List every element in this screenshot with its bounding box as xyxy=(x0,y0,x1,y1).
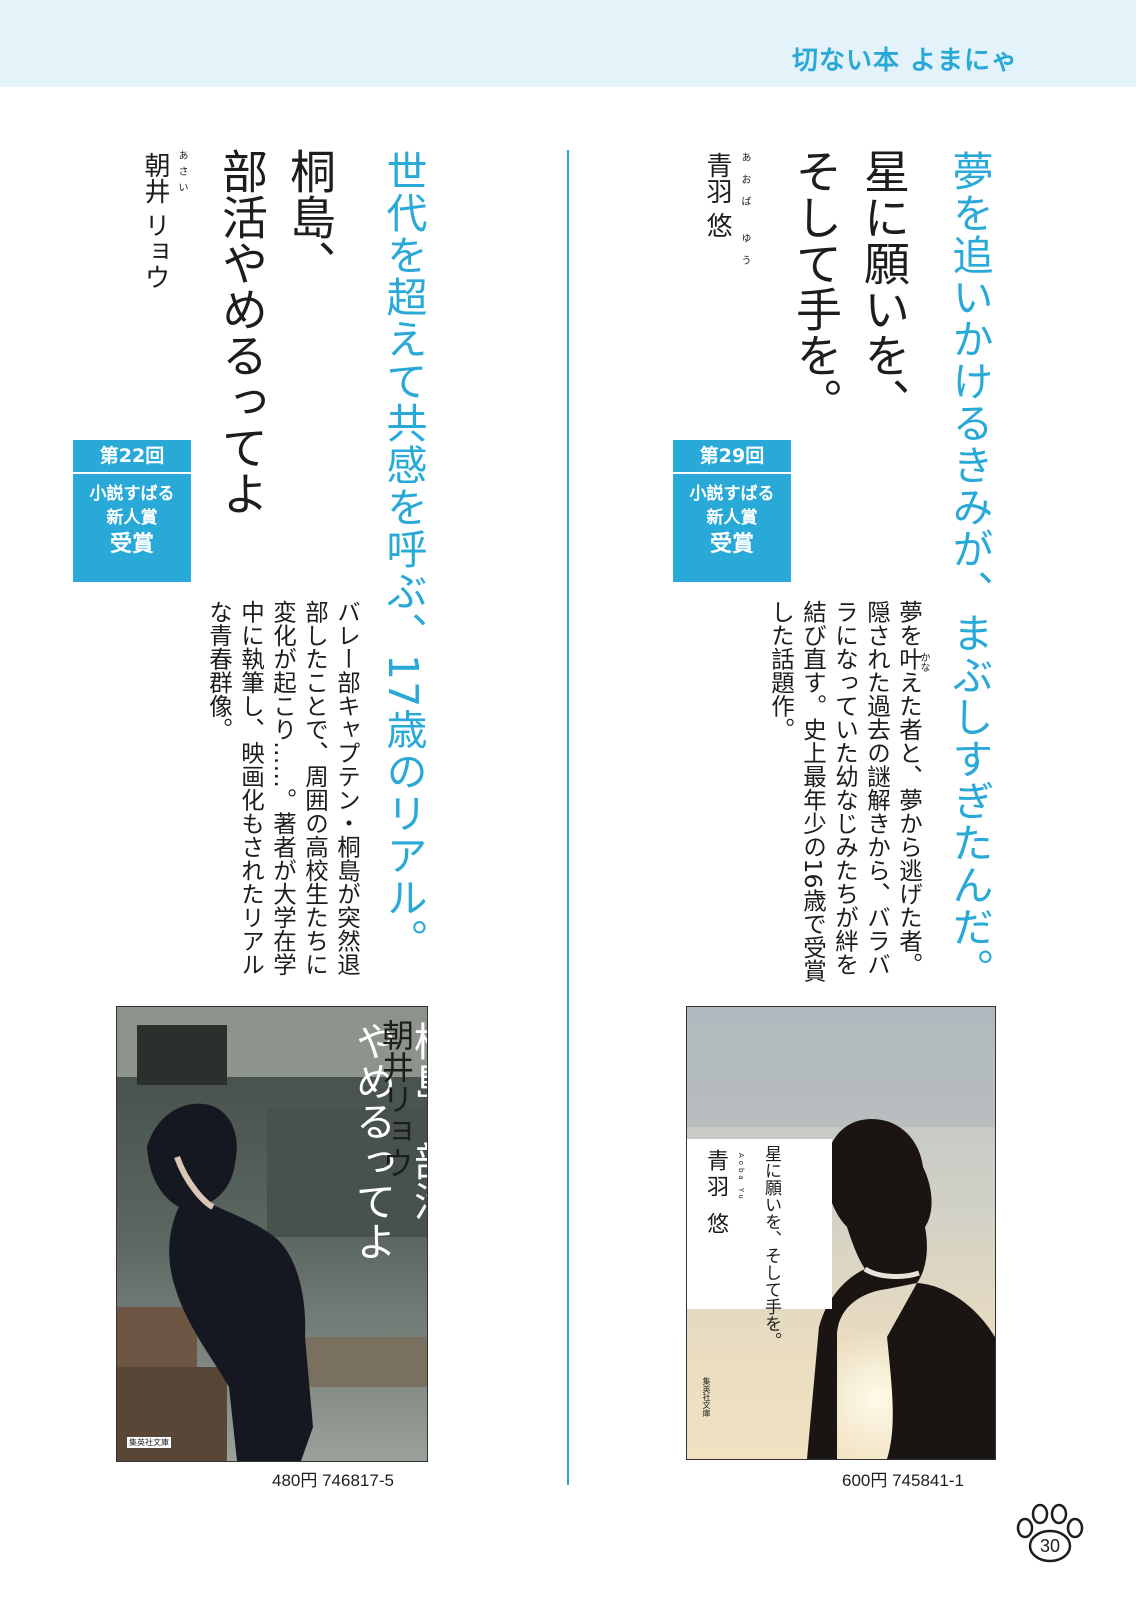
right-cover-romaji: Aoba Yu xyxy=(737,1153,745,1202)
right-author-ruby: あおば ゆう xyxy=(739,152,750,278)
right-title-line1: 星に願いを、 xyxy=(857,148,911,424)
right-catchphrase: 夢を追いかけるきみが、まぶしすぎたんだ。 xyxy=(945,150,993,990)
left-award-round: 第22回 xyxy=(73,440,191,474)
left-title-line2: 部活やめるってよ xyxy=(215,148,269,516)
left-author: 朝井 リョウ xyxy=(140,152,170,291)
right-price: 600円 745841-1 xyxy=(842,1471,964,1490)
left-cover-author: 朝井リョウ xyxy=(377,1019,415,1179)
left-author-ruby: あさい xyxy=(176,150,187,198)
page-number: 30 xyxy=(1039,1536,1061,1556)
right-award-name2: 新人賞 xyxy=(706,508,758,528)
left-book-title: 桐島、 部活やめるってよ xyxy=(208,148,344,516)
left-cover-publisher: 集英社文庫 xyxy=(127,1437,171,1448)
right-award-badge: 第29回 小説すばる 新人賞 受賞 xyxy=(673,440,791,582)
right-blurb-ruby: かな xyxy=(918,652,929,672)
left-title-line1: 桐島、 xyxy=(283,148,337,286)
left-award-name1: 小説すばる xyxy=(89,484,175,504)
left-blurb: バレー部キャプテン・桐島が突然退部したことで、周囲の高校生たちに変化が起こり……… xyxy=(205,600,361,976)
right-author: 青羽 悠 xyxy=(702,152,732,239)
left-award-name2: 新人賞 xyxy=(106,508,158,528)
right-cover-title: 星に願いを、そして手を。 xyxy=(761,1145,781,1349)
left-award-badge: 第22回 小説すばる 新人賞 受賞 xyxy=(73,440,191,582)
page-series-title: 切ない本 よまにゃ xyxy=(791,46,1018,76)
left-book-cover: 桐島、部活 やめるってよ 朝井リョウ 集英社文庫 xyxy=(116,1006,428,1462)
right-award-received: 受賞 xyxy=(709,532,754,557)
right-book-cover: 星に願いを、そして手を。 Aoba Yu 青羽 悠 集英社文庫 xyxy=(686,1006,996,1460)
right-cover-author: 青羽 悠 xyxy=(703,1149,728,1238)
right-award-name1: 小説すばる xyxy=(689,484,775,504)
right-title-line2: そして手を。 xyxy=(789,148,843,424)
left-catchphrase: 世代を超えて共感を呼ぶ、17歳のリアル。 xyxy=(379,150,427,961)
right-award-round: 第29回 xyxy=(673,440,791,474)
left-price: 480円 746817-5 xyxy=(272,1471,394,1490)
right-blurb: 夢を叶えた者と、夢から逃げた者。隠された過去の謎解きから、バラバラになっていた幼… xyxy=(767,600,923,983)
right-book-title: 星に願いを、 そして手を。 xyxy=(782,148,918,424)
paw-page-number: 30 xyxy=(1016,1502,1086,1564)
column-divider xyxy=(567,150,569,1485)
left-award-received: 受賞 xyxy=(109,532,154,557)
right-cover-publisher: 集英社文庫 xyxy=(702,1377,711,1417)
